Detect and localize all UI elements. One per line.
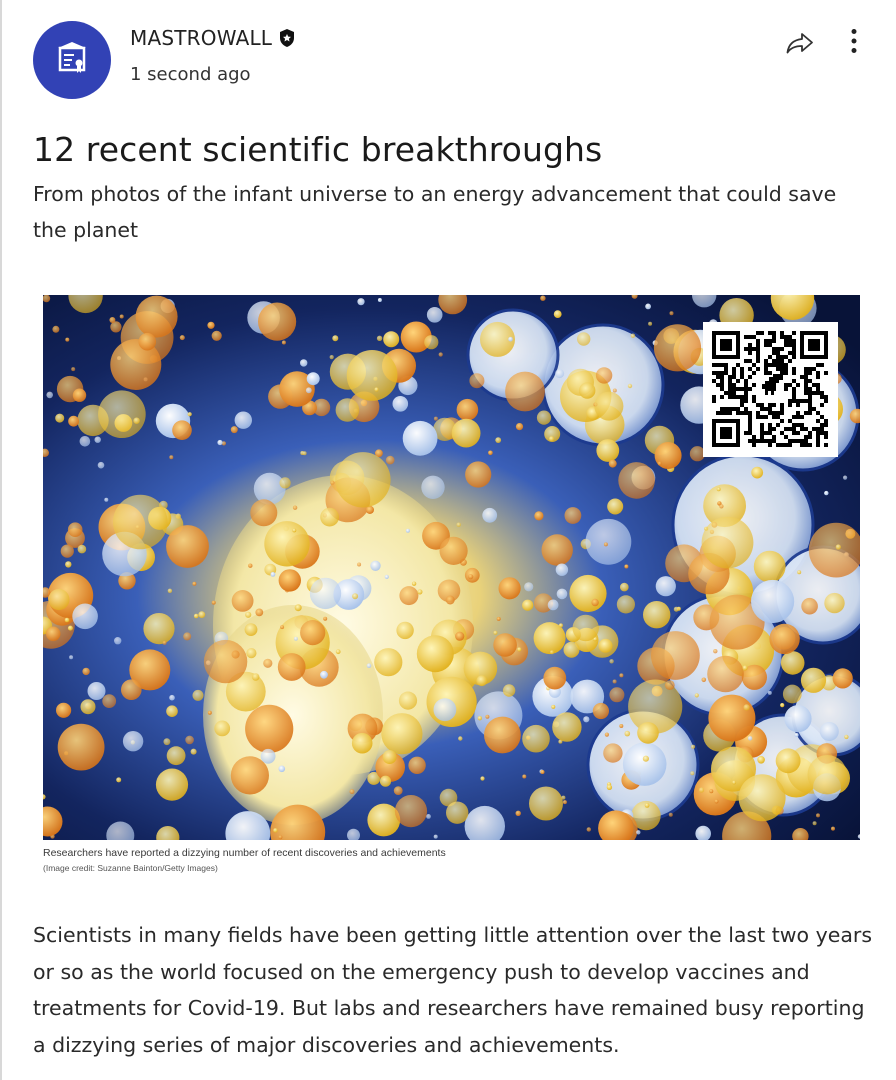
more-vertical-icon: [851, 29, 857, 53]
verified-badge-icon: [280, 29, 295, 47]
article-subtitle: From photos of the infant universe to an…: [33, 182, 837, 242]
image-caption: Researchers have reported a dizzying num…: [43, 847, 446, 859]
certificate-icon: [58, 42, 86, 73]
share-arrow-icon: [786, 33, 813, 54]
left-border: [0, 0, 2, 1080]
image-credit: (Image credit: Suzanne Bainton/Getty Ima…: [43, 863, 218, 873]
post-timestamp: 1 second ago: [130, 64, 251, 85]
avatar[interactable]: [33, 21, 111, 99]
author-name[interactable]: MASTROWALL: [130, 26, 272, 50]
more-options-button[interactable]: [840, 25, 868, 57]
article-title: 12 recent scientific breakthroughs: [33, 130, 603, 169]
author-row: MASTROWALL: [130, 26, 296, 50]
article-body: Scientists in many fields have been gett…: [33, 923, 872, 1057]
qr-code[interactable]: [703, 322, 838, 457]
share-button[interactable]: [783, 28, 817, 58]
qr-code-graphic: [712, 331, 828, 447]
